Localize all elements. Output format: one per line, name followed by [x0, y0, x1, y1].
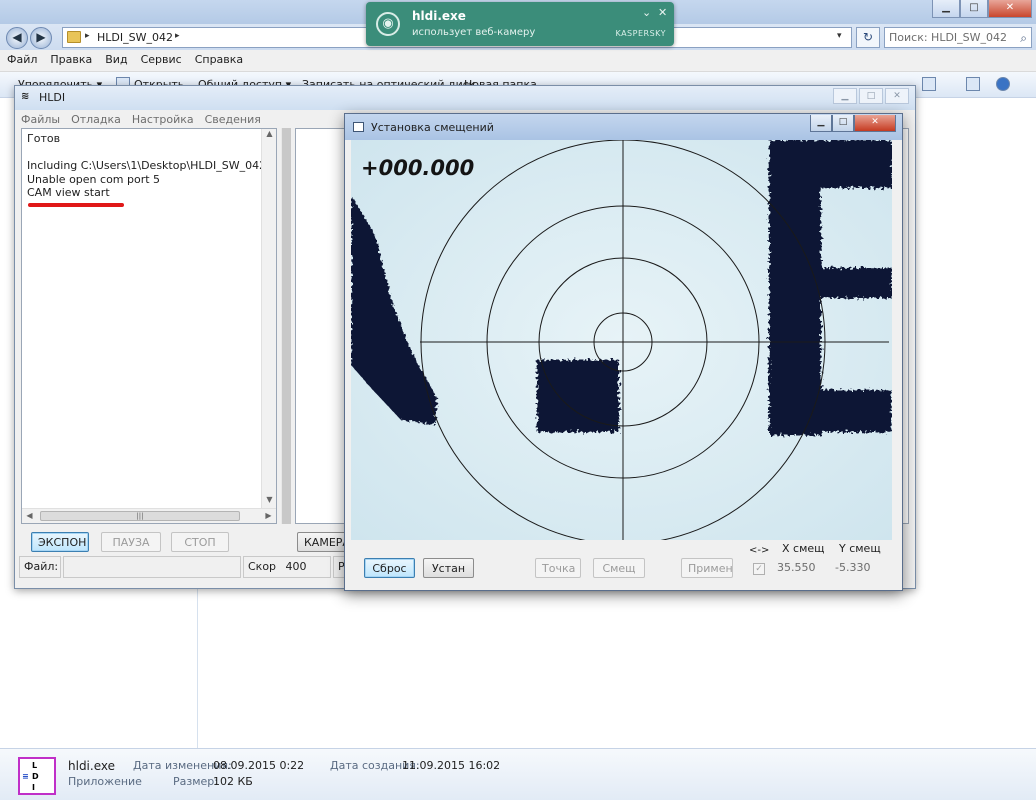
camera-view[interactable]: +000.000	[351, 140, 892, 540]
preview-pane-icon[interactable]	[966, 77, 980, 91]
menu-item-files[interactable]: Файлы	[15, 110, 65, 126]
close-icon[interactable]: ✕	[658, 6, 667, 19]
log-line: Including C:\Users\1\Desktop\HLDI_SW_042…	[27, 159, 277, 172]
minimize-icon[interactable]: ▁	[833, 88, 857, 104]
menu-item-help[interactable]: Справка	[188, 50, 249, 66]
reset-button[interactable]: Сброс	[364, 558, 415, 578]
search-placeholder: Поиск: HLDI_SW_042	[889, 31, 1008, 44]
close-icon[interactable]: ✕	[988, 0, 1032, 18]
y-offset-label: Y смещ	[839, 542, 881, 555]
hldi-logo-icon: ≋	[21, 91, 30, 102]
log-line: Готов	[27, 132, 61, 145]
offset-button[interactable]: Смещ	[593, 558, 645, 578]
x-offset-label: X смещ	[782, 542, 825, 555]
details-pane: L D I ≡ hldi.exe Приложение Дата изменен…	[0, 748, 1036, 800]
menu-item-edit[interactable]: Правка	[43, 50, 98, 66]
red-annotation-underline	[28, 203, 124, 207]
search-input[interactable]: Поиск: HLDI_SW_042 ⌕	[884, 27, 1032, 48]
scroll-up-icon[interactable]: ▲	[262, 129, 276, 143]
log-textbox[interactable]: Готов Including C:\Users\1\Desktop\HLDI_…	[21, 128, 277, 524]
search-icon: ⌕	[1020, 31, 1027, 45]
offsets-titlebar: Установка смещений ▁ □ ✕	[345, 114, 902, 140]
toast-title: hldi.exe	[412, 9, 466, 23]
scroll-left-icon[interactable]: ◀	[22, 509, 37, 523]
details-modified-value: 08.09.2015 0:22	[213, 759, 305, 772]
details-file-type: Приложение	[68, 775, 142, 788]
chevron-right-icon[interactable]: ▸	[175, 31, 180, 41]
menu-item-view[interactable]: Вид	[98, 50, 133, 66]
window-title: HLDI	[39, 91, 66, 104]
swap-checkbox[interactable]: ✓	[753, 563, 765, 575]
pane-splitter[interactable]	[281, 128, 291, 524]
status-speed: Скор 400	[243, 556, 331, 578]
menu-item-info[interactable]: Сведения	[199, 110, 266, 126]
menu-item-file[interactable]: Файл	[0, 50, 43, 66]
toast-message: использует веб-камеру	[412, 27, 536, 38]
view-options-icon[interactable]	[922, 77, 936, 91]
kaspersky-logo: KASPERSKY	[615, 29, 666, 38]
log-line: CAM view start	[27, 186, 110, 199]
menu-item-debug[interactable]: Отладка	[65, 110, 126, 126]
offsets-dialog: Установка смещений ▁ □ ✕ +000.000 Сброс …	[344, 113, 903, 591]
menu-item-tools[interactable]: Сервис	[134, 50, 188, 66]
window-icon	[353, 122, 364, 132]
stop-button[interactable]: СТОП	[171, 532, 229, 552]
scroll-down-icon[interactable]: ▼	[262, 495, 276, 509]
set-button[interactable]: Устан	[423, 558, 474, 578]
apply-button[interactable]: Примен	[681, 558, 733, 578]
forward-button[interactable]: ▶	[30, 27, 52, 49]
breadcrumb[interactable]: HLDI_SW_042	[97, 31, 173, 44]
offset-readout: +000.000	[361, 156, 475, 180]
minimize-icon[interactable]: ▁	[810, 115, 832, 132]
help-icon[interactable]	[996, 77, 1010, 91]
pause-button[interactable]: ПАУЗА	[101, 532, 161, 552]
maximize-icon[interactable]: □	[960, 0, 988, 18]
status-speed-label: Скор	[248, 560, 277, 573]
horizontal-scrollbar[interactable]: ◀ ||| ▶	[22, 508, 276, 523]
explorer-menubar: Файл Правка Вид Сервис Справка	[0, 50, 1036, 72]
folder-icon	[67, 31, 81, 43]
point-button[interactable]: Точка	[535, 558, 581, 578]
details-created-value: 11.09.2015 16:02	[402, 759, 501, 772]
x-offset-value: 35.550	[777, 561, 816, 574]
back-button[interactable]: ◀	[6, 27, 28, 49]
chevron-right-icon[interactable]: ▸	[85, 31, 90, 41]
y-offset-value: -5.330	[835, 561, 871, 574]
scroll-right-icon[interactable]: ▶	[261, 509, 276, 523]
menu-item-settings[interactable]: Настройка	[126, 110, 199, 126]
webcam-icon: ◉	[376, 12, 400, 36]
vertical-scrollbar[interactable]: ▲ ▼	[261, 129, 276, 509]
close-icon[interactable]: ✕	[885, 88, 909, 104]
chevron-down-icon[interactable]: ▾	[837, 31, 842, 41]
camera-image	[351, 140, 892, 540]
maximize-icon[interactable]: □	[832, 115, 854, 132]
maximize-icon[interactable]: □	[859, 88, 883, 104]
kaspersky-notification[interactable]: ◉ hldi.exe использует веб-камеру ⌄ ✕ KAS…	[366, 2, 674, 46]
dialog-title: Установка смещений	[371, 121, 494, 134]
minimize-icon[interactable]: ▁	[932, 0, 960, 18]
details-size-value: 102 КБ	[213, 775, 253, 788]
scrollbar-thumb[interactable]: |||	[40, 511, 240, 521]
details-file-name: hldi.exe	[68, 759, 115, 773]
refresh-icon: ↻	[862, 30, 874, 44]
status-file-value	[63, 556, 241, 578]
details-size-label: Размер:	[173, 775, 218, 788]
close-icon[interactable]: ✕	[854, 115, 896, 132]
expon-button[interactable]: ЭКСПОН	[31, 532, 89, 552]
hldi-app-icon: L D I ≡	[18, 757, 56, 795]
swap-label: <->	[749, 545, 770, 556]
log-line: Unable open com port 5	[27, 173, 161, 186]
status-speed-value: 400	[285, 560, 307, 573]
status-file-label: Файл:	[19, 556, 61, 578]
chevron-down-icon[interactable]: ⌄	[642, 6, 651, 19]
refresh-button[interactable]: ↻	[856, 27, 880, 48]
hldi-titlebar: ≋ HLDI ▁ □ ✕	[15, 86, 915, 110]
